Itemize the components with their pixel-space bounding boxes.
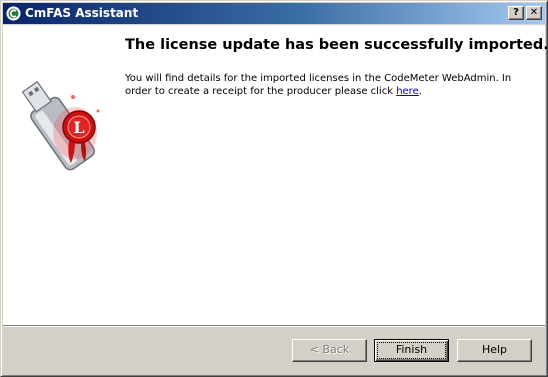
seal-letter: L: [73, 118, 84, 137]
receipt-link[interactable]: here: [396, 86, 419, 97]
wizard-window: CmFAS Assistant ? ✕ L The license update…: [0, 0, 548, 377]
description-text: You will find details for the imported l…: [125, 72, 535, 98]
separator-highlight: [3, 326, 545, 327]
codemeter-app-icon: [6, 6, 21, 21]
title-bar[interactable]: CmFAS Assistant ? ✕: [3, 3, 545, 24]
window-title: CmFAS Assistant: [25, 6, 139, 20]
help-button[interactable]: Help: [457, 339, 532, 362]
content-panel: L The license update has been successful…: [3, 25, 548, 325]
finish-button[interactable]: Finish: [374, 339, 449, 362]
description-end: .: [418, 86, 422, 97]
page-heading: The license update has been successfully…: [125, 37, 548, 53]
back-button[interactable]: < Back: [292, 339, 367, 362]
usb-license-seal-icon: L: [21, 80, 100, 171]
description-body: You will find details for the imported l…: [125, 73, 512, 97]
title-help-button[interactable]: ?: [508, 6, 524, 20]
title-close-button[interactable]: ✕: [526, 6, 542, 20]
